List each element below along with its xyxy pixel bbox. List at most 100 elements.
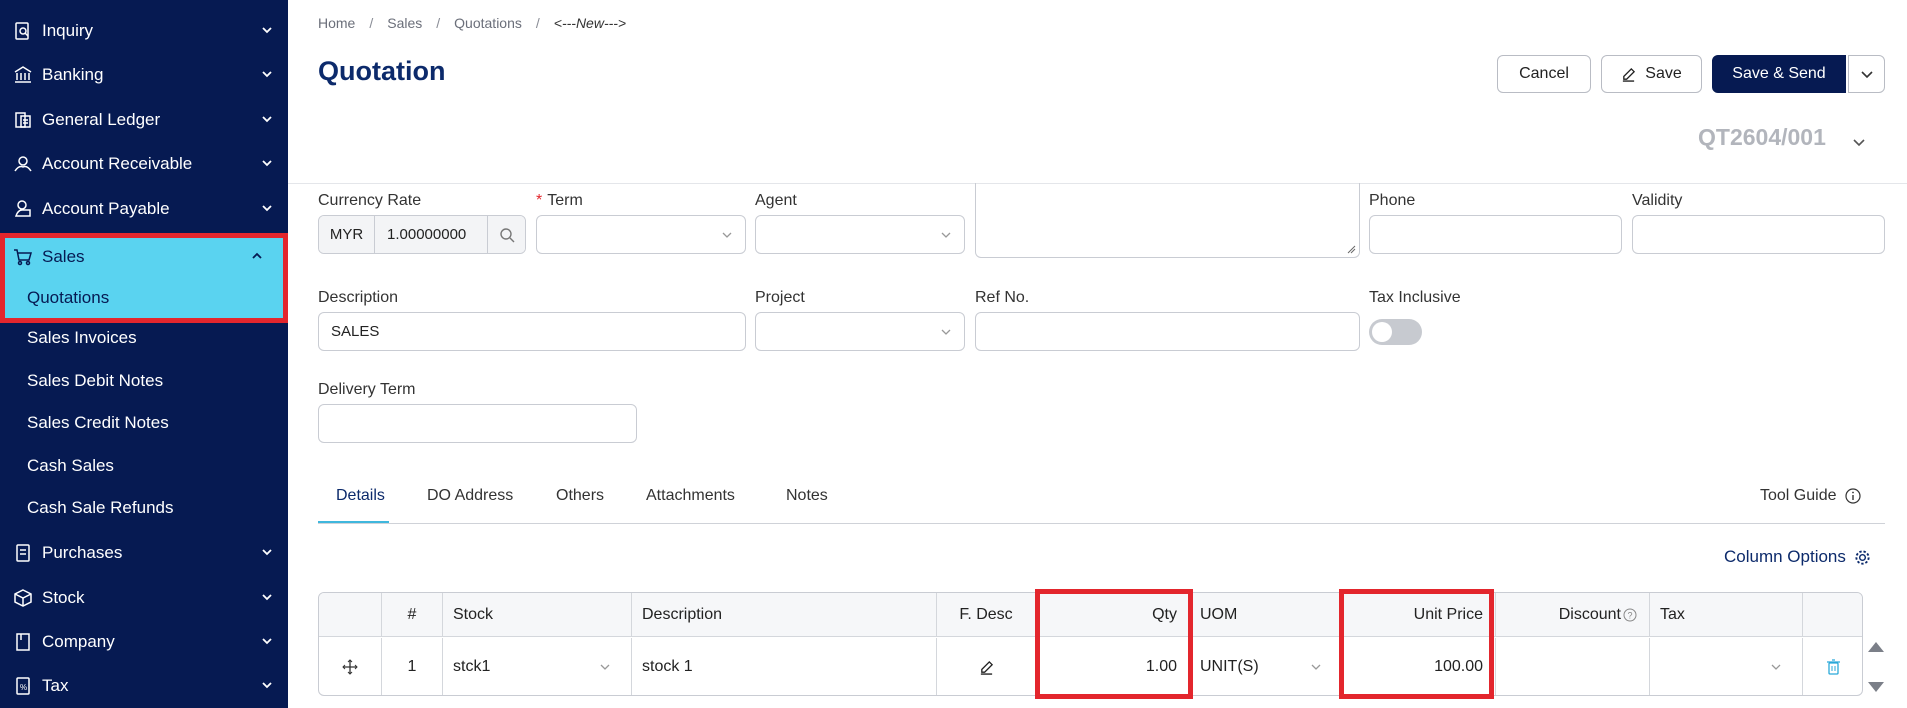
column-header-f-desc: F. Desc <box>937 593 1036 637</box>
scroll-down-arrow[interactable] <box>1868 682 1884 692</box>
sidebar: Inquiry Banking General Ledger Account R… <box>0 0 288 708</box>
box-icon <box>12 587 34 609</box>
chevron-down-icon <box>262 638 272 645</box>
tool-guide-link[interactable]: Tool Guide <box>1760 487 1861 505</box>
currency-rate-field: MYR 1.00000000 <box>318 215 526 254</box>
sidebar-item-stock[interactable]: Stock <box>0 576 288 620</box>
address-textarea[interactable] <box>975 183 1360 258</box>
row-number: 1 <box>382 638 443 695</box>
sidebar-item-label: Account Payable <box>42 199 170 218</box>
pencil-icon <box>980 660 993 675</box>
breadcrumb-home[interactable]: Home <box>318 15 355 31</box>
tax-icon: % <box>12 675 34 697</box>
chevron-down-icon <box>262 205 272 212</box>
ref-no-input[interactable] <box>975 312 1360 351</box>
breadcrumb-sales[interactable]: Sales <box>387 15 422 31</box>
sidebar-subitem-sales-credit-notes[interactable]: Sales Credit Notes <box>0 403 288 443</box>
agent-select[interactable] <box>755 215 965 254</box>
sidebar-item-label: General Ledger <box>42 110 161 129</box>
inquiry-icon <box>12 20 34 42</box>
stock-value: stck1 <box>453 658 491 675</box>
term-label-text: Term <box>547 192 583 209</box>
sidebar-item-label: Banking <box>42 65 104 84</box>
edit-full-description-button[interactable] <box>937 638 1036 695</box>
chevron-down-icon <box>262 682 272 689</box>
resize-grip-icon[interactable] <box>1346 244 1356 254</box>
info-icon <box>1844 488 1861 504</box>
chevron-down-icon <box>1771 664 1781 670</box>
sidebar-subitem-quotations[interactable]: Quotations <box>0 278 278 318</box>
save-and-send-button[interactable]: Save & Send <box>1712 55 1846 93</box>
project-select[interactable] <box>755 312 965 351</box>
term-select[interactable] <box>536 215 746 254</box>
sidebar-item-banking[interactable]: Banking <box>0 53 288 97</box>
validity-label: Validity <box>1632 192 1683 209</box>
sidebar-item-label: Inquiry <box>42 21 94 40</box>
description-label: Description <box>318 289 399 306</box>
discount-input[interactable] <box>1496 638 1650 695</box>
breadcrumb-quotations[interactable]: Quotations <box>454 15 522 31</box>
tab-do-address[interactable]: DO Address <box>427 487 513 505</box>
delete-row-button[interactable] <box>1803 638 1862 695</box>
tab-notes[interactable]: Notes <box>786 487 828 505</box>
sidebar-subitem-sales-invoices[interactable]: Sales Invoices <box>0 318 288 358</box>
uom-select[interactable]: UNIT(S) <box>1190 638 1343 695</box>
unit-price-column-highlight <box>1339 589 1494 699</box>
stock-select[interactable]: stck1 <box>443 638 632 695</box>
sidebar-item-label: Account Receivable <box>42 154 193 173</box>
phone-input[interactable] <box>1369 215 1622 254</box>
currency-rate-input[interactable]: 1.00000000 <box>375 216 487 253</box>
sidebar-subitem-cash-sales[interactable]: Cash Sales <box>0 446 288 486</box>
document-number: QT2604/001 <box>1698 124 1826 150</box>
help-icon[interactable]: ? <box>1623 608 1637 622</box>
sidebar-subitem-label: Cash Sale Refunds <box>27 498 174 517</box>
column-header-stock: Stock <box>443 593 632 637</box>
ledger-icon <box>12 109 34 131</box>
tab-attachments[interactable]: Attachments <box>646 487 735 505</box>
chevron-down-icon <box>262 549 272 556</box>
chevron-down-icon <box>941 232 951 238</box>
tax-select[interactable] <box>1650 638 1803 695</box>
sidebar-item-purchases[interactable]: Purchases <box>0 531 288 575</box>
tabs-divider <box>318 523 1885 524</box>
sidebar-subitem-label: Sales Debit Notes <box>27 371 164 390</box>
tab-others[interactable]: Others <box>556 487 604 505</box>
tax-inclusive-toggle[interactable] <box>1369 319 1422 345</box>
delivery-term-input[interactable] <box>318 404 637 443</box>
sidebar-item-inquiry[interactable]: Inquiry <box>0 9 288 53</box>
chevron-down-icon <box>941 329 951 335</box>
sidebar-item-general-ledger[interactable]: General Ledger <box>0 98 288 142</box>
sidebar-item-company[interactable]: Company <box>0 620 288 664</box>
validity-input[interactable] <box>1632 215 1885 254</box>
chevron-down-icon[interactable] <box>1852 135 1866 149</box>
trash-icon <box>1827 659 1840 675</box>
sidebar-item-label: Stock <box>42 588 85 607</box>
sidebar-item-tax[interactable]: % Tax <box>0 664 288 708</box>
scroll-up-arrow[interactable] <box>1868 642 1884 652</box>
payable-icon <box>12 198 34 220</box>
more-actions-button[interactable] <box>1848 55 1885 93</box>
sidebar-subitem-cash-sale-refunds[interactable]: Cash Sale Refunds <box>0 488 288 528</box>
term-label: * Term <box>536 192 583 210</box>
sidebar-item-account-receivable[interactable]: Account Receivable <box>0 142 288 186</box>
drag-handle[interactable] <box>319 638 382 695</box>
sidebar-subitem-label: Cash Sales <box>27 456 114 475</box>
save-button[interactable]: Save <box>1601 55 1702 93</box>
sidebar-sales-group: Sales Quotations <box>0 233 288 323</box>
description-input[interactable]: SALES <box>318 312 746 351</box>
column-options-button[interactable]: Column Options <box>1724 547 1871 567</box>
required-marker: * <box>536 192 543 209</box>
column-header-no: # <box>382 593 443 637</box>
qty-column-highlight <box>1035 589 1193 699</box>
cancel-button[interactable]: Cancel <box>1497 55 1591 93</box>
sidebar-item-label: Sales <box>42 247 85 266</box>
sidebar-item-account-payable[interactable]: Account Payable <box>0 187 288 231</box>
description-cell[interactable]: stock 1 <box>632 638 937 695</box>
column-options-label: Column Options <box>1724 547 1846 566</box>
sidebar-subitem-sales-debit-notes[interactable]: Sales Debit Notes <box>0 361 288 401</box>
breadcrumb: Home / Sales / Quotations / <---New---> <box>318 15 627 31</box>
chevron-down-icon <box>722 232 732 238</box>
sidebar-item-sales[interactable]: Sales <box>0 235 278 279</box>
tab-details[interactable]: Details <box>336 487 385 505</box>
currency-search-button[interactable] <box>487 216 525 253</box>
